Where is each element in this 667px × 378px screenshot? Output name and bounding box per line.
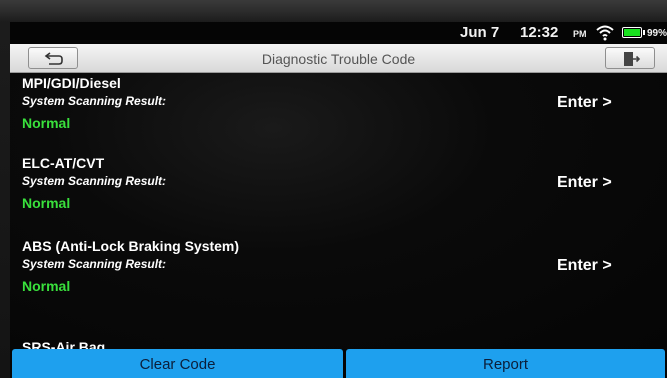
status-time: 12:32: [520, 24, 559, 41]
system-name: MPI/GDI/Diesel: [22, 75, 121, 91]
clear-code-button[interactable]: Clear Code: [12, 349, 343, 378]
list-item: ELC-AT/CVT System Scanning Result: Norma…: [10, 153, 667, 233]
enter-button[interactable]: Enter >: [557, 257, 612, 275]
page-title: Diagnostic Trouble Code: [261, 51, 416, 67]
title-bar: Diagnostic Trouble Code: [10, 44, 667, 73]
exit-button[interactable]: [605, 47, 655, 69]
scan-result-label: System Scanning Result:: [22, 94, 167, 108]
scan-status: Normal: [22, 115, 71, 131]
enter-button[interactable]: Enter >: [557, 174, 612, 192]
device-bezel: Jun 7 12:32 PM 99% Diagnostic Trouble Co…: [0, 0, 667, 378]
status-ampm: PM: [573, 29, 587, 39]
status-bar: Jun 7 12:32 PM 99%: [10, 22, 667, 44]
list-item: MPI/GDI/Diesel System Scanning Result: N…: [10, 73, 667, 153]
screen: Jun 7 12:32 PM 99% Diagnostic Trouble Co…: [10, 22, 667, 378]
system-name: ABS (Anti-Lock Braking System): [22, 238, 240, 254]
list-item: SRS-Air Bag: [10, 319, 667, 355]
battery-icon: [622, 27, 645, 38]
list-item: ABS (Anti-Lock Braking System) System Sc…: [10, 236, 667, 316]
scan-status: Normal: [22, 278, 71, 294]
scan-status: Normal: [22, 195, 71, 211]
scan-result-label: System Scanning Result:: [22, 174, 167, 188]
scan-result-label: System Scanning Result:: [22, 257, 167, 271]
enter-button[interactable]: Enter >: [557, 94, 612, 112]
report-button[interactable]: Report: [346, 349, 665, 378]
system-name: ELC-AT/CVT: [22, 155, 105, 171]
bottom-bar: Clear Code Report: [10, 349, 667, 378]
system-list: MPI/GDI/Diesel System Scanning Result: N…: [10, 73, 667, 355]
wifi-icon: [595, 23, 615, 41]
battery-percent: 99%: [647, 28, 667, 39]
status-date: Jun 7: [460, 24, 500, 41]
exit-door-icon: [624, 52, 641, 66]
